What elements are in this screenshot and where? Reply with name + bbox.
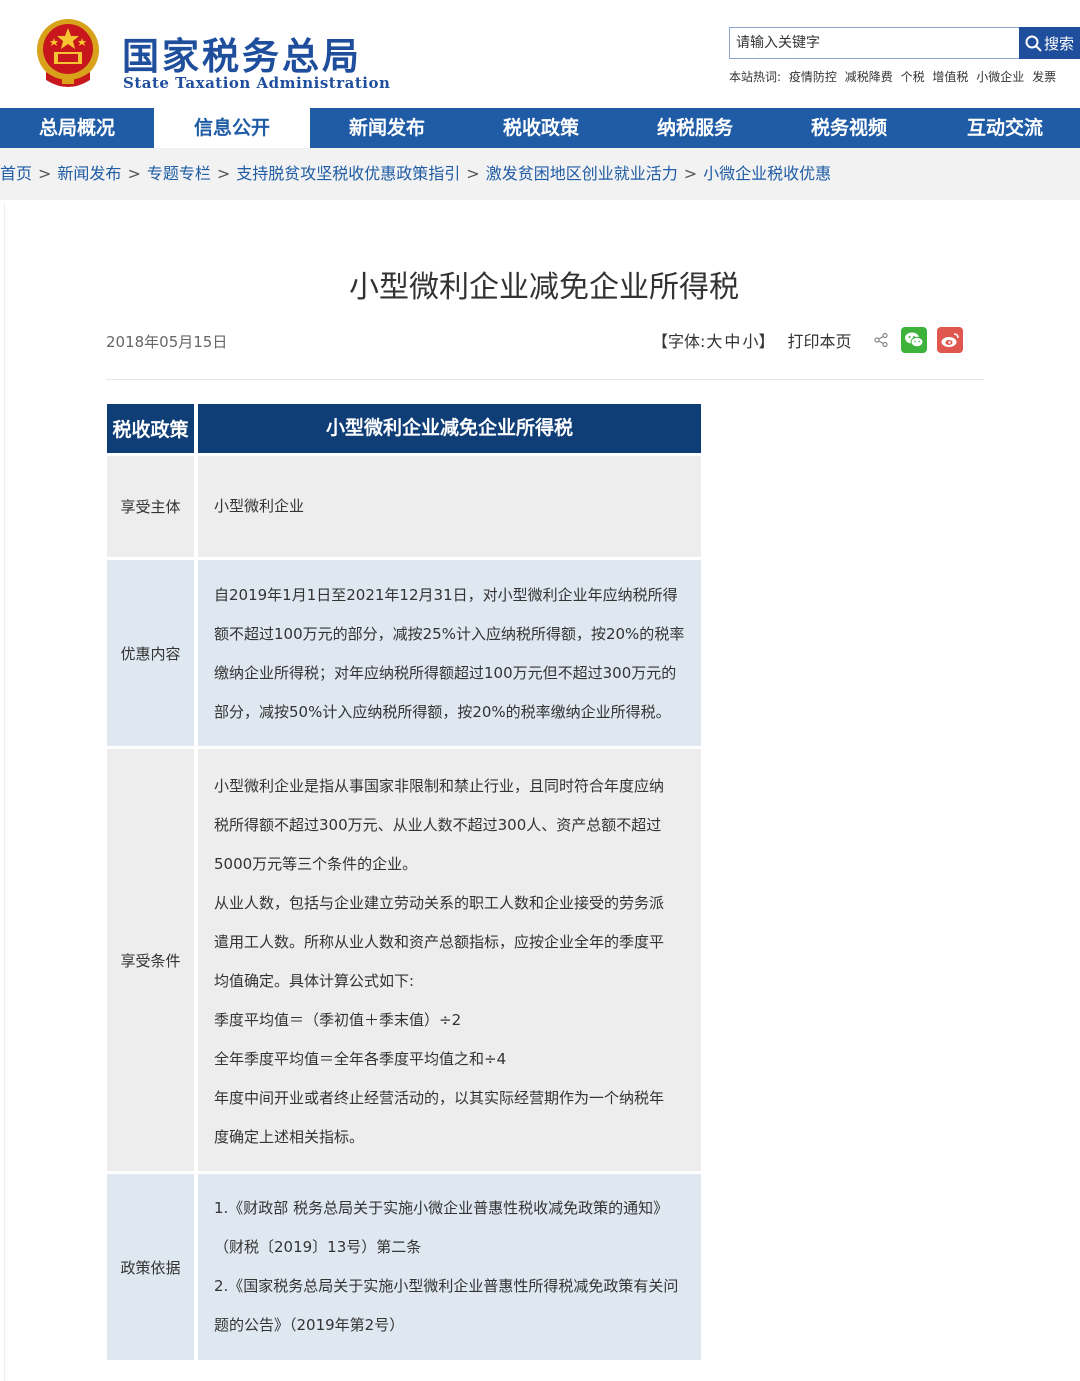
breadcrumb-entrepreneurship[interactable]: 激发贫困地区创业就业活力 bbox=[486, 164, 678, 183]
policy-table: 税收政策 小型微利企业减免企业所得税 享受主体 小型微利企业 优惠内容 自201… bbox=[107, 404, 701, 1360]
row-text-line: 2.《国家税务总局关于实施小型微利企业普惠性所得税减免政策有关问 bbox=[214, 1277, 679, 1295]
hot-word-link[interactable]: 减税降费 bbox=[845, 70, 893, 84]
row-content: 自2019年1月1日至2021年12月31日，对小型微利企业年应纳税所得 额不超… bbox=[198, 560, 701, 746]
hot-word-link[interactable]: 疫情防控 bbox=[789, 70, 837, 84]
row-text-line: 均值确定。具体计算公式如下: bbox=[214, 972, 415, 990]
nav-item-tax-policy[interactable]: 税收政策 bbox=[464, 108, 618, 148]
nav-item-tax-video[interactable]: 税务视频 bbox=[772, 108, 926, 148]
title-divider bbox=[106, 379, 984, 380]
nav-item-news[interactable]: 新闻发布 bbox=[310, 108, 464, 148]
wechat-glyph-icon bbox=[905, 332, 924, 348]
row-text-line: 季度平均值＝（季初值＋季末值）÷2 bbox=[214, 1011, 462, 1029]
breadcrumb-news[interactable]: 新闻发布 bbox=[57, 164, 121, 183]
hot-words-label: 本站热词: bbox=[729, 70, 782, 84]
hot-words: 本站热词: 疫情防控 减税降费 个税 增值税 小微企业 发票 bbox=[729, 68, 1060, 85]
breadcrumb-separator: > bbox=[466, 164, 480, 183]
article-title: 小型微利企业减免企业所得税 bbox=[349, 270, 739, 305]
breadcrumb-separator: > bbox=[216, 164, 231, 183]
font-size-large[interactable]: 大 bbox=[706, 328, 722, 352]
breadcrumb-separator: > bbox=[683, 164, 698, 183]
print-link[interactable]: 打印本页 bbox=[787, 328, 851, 352]
font-size-small[interactable]: 小】 bbox=[742, 328, 774, 352]
row-text-line: 1.《财政部 税务总局关于实施小微企业普惠性税收减免政策的通知》 bbox=[214, 1199, 669, 1217]
search-field bbox=[729, 27, 1022, 59]
row-text-line: 从业人数，包括与企业建立劳动关系的职工人数和企业接受的劳务派 bbox=[214, 894, 665, 912]
site-logo-subtitle[interactable]: State Taxation Administration bbox=[123, 74, 390, 92]
table-header-label: 税收政策 bbox=[107, 404, 194, 453]
row-text-line: 5000万元等三个条件的企业。 bbox=[214, 855, 418, 873]
search-button-label: 搜索 bbox=[1043, 34, 1074, 53]
nav-item-info-disclosure[interactable]: 信息公开 bbox=[154, 108, 310, 148]
row-text-line: 缴纳企业所得税；对年应纳税所得额超过100万元但不超过300万元的 bbox=[214, 664, 677, 682]
row-text-line: 年度中间开业或者终止经营活动的，以其实际经营期作为一个纳税年 bbox=[214, 1089, 665, 1107]
hot-word-link[interactable]: 增值税 bbox=[932, 70, 968, 84]
hot-word-link[interactable]: 小微企业 bbox=[976, 70, 1024, 84]
breadcrumb: 首页 > 新闻发布 > 专题专栏 > 支持脱贫攻坚税收优惠政策指引 > 激发贫困地区创业就业活力… bbox=[0, 148, 1080, 200]
article-date: 2018年05月15日 bbox=[106, 333, 228, 351]
weibo-icon[interactable] bbox=[937, 327, 964, 353]
row-text-line: 部分，减按50%计入应纳税所得额，按20%的税率缴纳企业所得税。 bbox=[214, 703, 671, 721]
site-logo-title[interactable]: 国家税务总局 bbox=[122, 26, 362, 80]
row-text-line: 遣用工人数。所称从业人数和资产总额指标，应按企业全年的季度平 bbox=[214, 933, 665, 951]
row-label: 优惠内容 bbox=[107, 560, 194, 746]
breadcrumb-separator: > bbox=[127, 164, 141, 183]
font-size-medium[interactable]: 中 bbox=[724, 328, 740, 352]
breadcrumb-home[interactable]: 首页 bbox=[0, 164, 32, 183]
table-row: 政策依据 1.《财政部 税务总局关于实施小微企业普惠性税收减免政策的通知》 （财… bbox=[107, 1174, 701, 1360]
share-icon[interactable] bbox=[873, 332, 889, 348]
breadcrumb-separator: > bbox=[38, 164, 52, 183]
row-text-line: 额不超过100万元的部分，减按25%计入应纳税所得额，按20%的税率 bbox=[214, 625, 685, 643]
main-nav: 总局概况 信息公开 新闻发布 税收政策 纳税服务 税务视频 互动交流 bbox=[0, 108, 1080, 148]
weibo-glyph-icon bbox=[941, 333, 960, 347]
hot-word-link[interactable]: 发票 bbox=[1032, 70, 1056, 84]
row-text-line: 题的公告》（2019年第2号） bbox=[214, 1316, 405, 1334]
nav-item-tax-service[interactable]: 纳税服务 bbox=[618, 108, 772, 148]
font-size-label: 【字体: bbox=[652, 332, 706, 351]
row-label: 享受主体 bbox=[107, 456, 194, 557]
row-text-line: 小型微利企业 bbox=[214, 497, 305, 515]
row-text-line: （财税〔2019〕13号）第二条 bbox=[214, 1238, 422, 1256]
nav-item-interaction[interactable]: 互动交流 bbox=[926, 108, 1080, 148]
wechat-icon[interactable] bbox=[901, 327, 928, 353]
row-label: 政策依据 bbox=[107, 1174, 194, 1360]
row-text-line: 小型微利企业是指从事国家非限制和禁止行业，且同时符合年度应纳 bbox=[214, 777, 665, 795]
site-header: 国家税务总局 State Taxation Administration 搜索 … bbox=[0, 0, 1080, 108]
table-row: 享受主体 小型微利企业 bbox=[107, 456, 701, 557]
row-content: 小型微利企业是指从事国家非限制和禁止行业，且同时符合年度应纳 税所得额不超过30… bbox=[198, 749, 701, 1171]
search-button[interactable]: 搜索 bbox=[1019, 27, 1080, 59]
breadcrumb-special-column[interactable]: 专题专栏 bbox=[147, 164, 211, 183]
row-text-line: 税所得额不超过300万元、从业人数不超过300人、资产总额不超过 bbox=[214, 816, 662, 834]
breadcrumb-poverty-guide[interactable]: 支持脱贫攻坚税收优惠政策指引 bbox=[236, 164, 460, 183]
row-content: 1.《财政部 税务总局关于实施小微企业普惠性税收减免政策的通知》 （财税〔201… bbox=[198, 1174, 701, 1360]
row-text-line: 全年季度平均值＝全年各季度平均值之和÷4 bbox=[214, 1050, 507, 1068]
hot-word-link[interactable]: 个税 bbox=[901, 70, 925, 84]
breadcrumb-current[interactable]: 小微企业税收优惠 bbox=[703, 164, 831, 183]
table-row: 优惠内容 自2019年1月1日至2021年12月31日，对小型微利企业年应纳税所… bbox=[107, 560, 701, 746]
table-row: 享受条件 小型微利企业是指从事国家非限制和禁止行业，且同时符合年度应纳 税所得额… bbox=[107, 749, 701, 1171]
row-text-line: 自2019年1月1日至2021年12月31日，对小型微利企业年应纳税所得 bbox=[214, 586, 678, 604]
table-header-row: 税收政策 小型微利企业减免企业所得税 bbox=[107, 404, 701, 453]
national-emblem-icon[interactable] bbox=[32, 16, 104, 92]
article-tools: 【字体: 大 中 小】 打印本页 bbox=[652, 326, 964, 354]
row-content: 小型微利企业 bbox=[198, 456, 701, 557]
table-header-title: 小型微利企业减免企业所得税 bbox=[198, 404, 701, 453]
nav-item-overview[interactable]: 总局概况 bbox=[0, 108, 154, 148]
search-icon bbox=[1025, 35, 1042, 52]
search-input[interactable] bbox=[730, 28, 1022, 58]
row-label: 享受条件 bbox=[107, 749, 194, 1171]
row-text-line: 度确定上述相关指标。 bbox=[214, 1128, 365, 1146]
